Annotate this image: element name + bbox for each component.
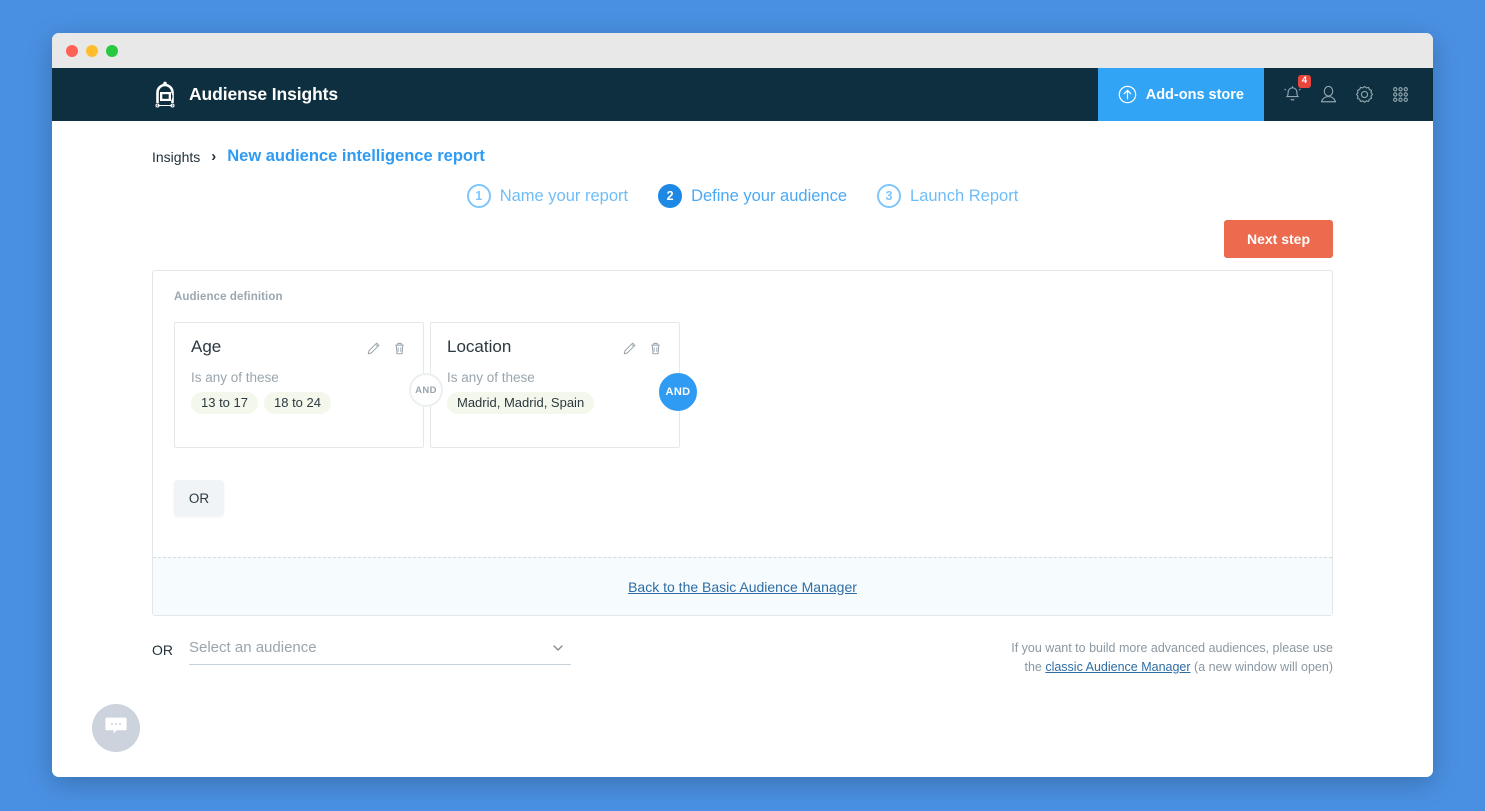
addons-store-button[interactable]: Add-ons store [1097,68,1264,121]
step-number: 3 [877,184,902,208]
panel-caption: Audience definition [174,291,283,303]
window-minimize-button[interactable] [86,44,98,57]
filter-operator: Is any of these [191,370,279,385]
chevron-down-icon [551,641,565,655]
filter-card-header: Age [191,337,407,357]
settings-gear-icon[interactable] [1354,84,1375,105]
next-step-row: Next step [52,220,1433,258]
hint-prefix: the [1024,660,1046,674]
window-titlebar [52,33,1433,68]
step-indicator: 1 Name your report 2 Define your audienc… [52,184,1433,208]
filter-values: 13 to 17 18 to 24 [191,392,407,414]
filter-card-age: Age Is any of these 13 to 17 18 to 24 [174,322,424,448]
panel-footer: Back to the Basic Audience Manager [153,557,1332,615]
and-connector-add-button[interactable]: AND [659,373,697,411]
window-maximize-button[interactable] [106,44,118,57]
filter-card-actions [622,337,663,356]
back-to-basic-audience-manager-link[interactable]: Back to the Basic Audience Manager [628,579,857,595]
filter-card-title: Location [447,337,512,356]
audience-definition-body: Audience definition Age Is any of these … [153,271,1332,557]
breadcrumb: Insights › New audience intelligence rep… [52,121,1433,166]
arrow-up-circle-icon [1118,85,1137,104]
chat-support-button[interactable] [92,704,140,752]
window-close-button[interactable] [66,44,78,57]
step-label: Define your audience [691,186,848,205]
app-navbar: Audiense Insights Add-ons store 4 [52,68,1433,121]
brand[interactable]: Audiense Insights [52,68,1098,121]
notifications-badge: 4 [1297,75,1311,88]
breadcrumb-root[interactable]: Insights [152,149,200,165]
advanced-audience-hint: If you want to build more advanced audie… [1011,635,1333,677]
breadcrumb-separator-icon: › [211,148,217,165]
filter-card-header: Location [447,337,663,357]
filter-value-chip: 18 to 24 [264,392,331,414]
filter-card-title: Age [191,337,222,356]
filter-group-row: Age Is any of these 13 to 17 18 to 24 Lo… [174,322,1311,448]
app-title: Audiense Insights [189,84,339,104]
step-number: 2 [658,184,683,208]
filter-card-actions [366,337,407,356]
next-step-button[interactable]: Next step [1223,220,1333,258]
step-name-your-report[interactable]: 1 Name your report [466,184,629,208]
trash-delete-icon[interactable] [648,341,663,356]
and-connector-inner: AND [409,373,443,407]
pencil-edit-icon[interactable] [622,341,637,356]
filter-operator: Is any of these [447,370,535,385]
page-content: Insights › New audience intelligence rep… [52,121,1433,777]
user-profile-icon[interactable] [1318,84,1339,105]
notifications-bell-icon[interactable]: 4 [1282,75,1311,105]
filter-value-chip: 13 to 17 [191,392,258,414]
audience-select-group: OR Select an audience [152,635,571,665]
hint-suffix: (a new window will open) [1190,660,1333,674]
audience-select-placeholder: Select an audience [189,639,317,656]
step-label: Launch Report [910,186,1019,205]
step-launch-report[interactable]: 3 Launch Report [877,184,1018,208]
pencil-edit-icon[interactable] [366,341,381,356]
trash-delete-icon[interactable] [392,341,407,356]
audiense-a-logo-icon [152,81,178,109]
browser-window: Audiense Insights Add-ons store 4 Insigh… [52,33,1433,777]
addons-store-label: Add-ons store [1145,86,1244,103]
chat-bubble-icon [104,715,128,742]
or-add-group-button[interactable]: OR [174,480,224,516]
navbar-icons: 4 [1264,68,1433,121]
step-number: 1 [466,184,491,208]
filter-card-location: Location Is any of these Madrid, Madrid,… [430,322,680,448]
filter-value-chip: Madrid, Madrid, Spain [447,392,595,414]
step-label: Name your report [499,186,629,205]
hint-line-1: If you want to build more advanced audie… [1011,641,1333,655]
or-label: OR [152,642,173,658]
breadcrumb-current[interactable]: New audience intelligence report [227,147,485,166]
classic-audience-manager-link[interactable]: classic Audience Manager [1045,660,1190,674]
filter-values: Madrid, Madrid, Spain [447,392,663,414]
apps-grid-icon[interactable] [1390,84,1411,105]
step-define-your-audience[interactable]: 2 Define your audience [658,184,847,208]
bottom-row: OR Select an audience If you want to bui… [152,635,1333,677]
audience-definition-panel: Audience definition Age Is any of these … [152,270,1333,616]
audience-select[interactable]: Select an audience [189,635,571,665]
